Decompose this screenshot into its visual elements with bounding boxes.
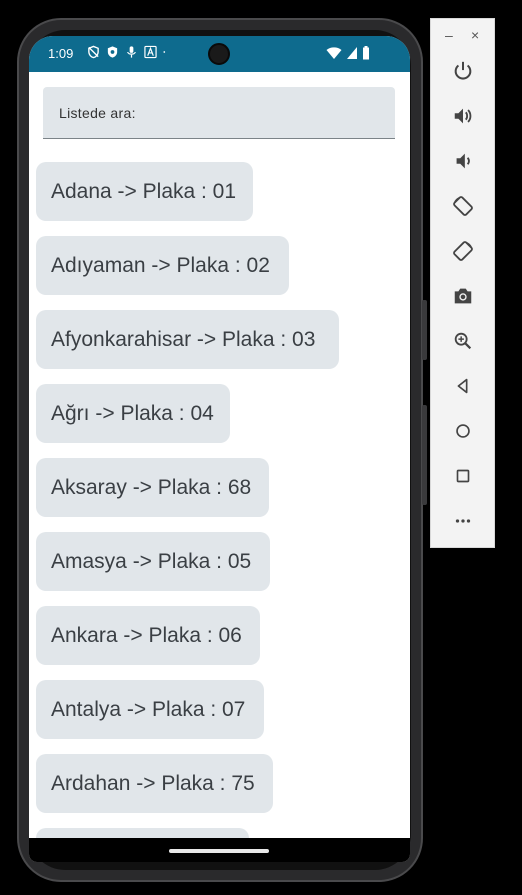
list-item-text: Adıyaman -> Plaka : 02 bbox=[51, 253, 270, 277]
list-item-text: Ardahan -> Plaka : 75 bbox=[51, 771, 255, 795]
list-item[interactable]: Amasya -> Plaka : 05 bbox=[36, 532, 270, 591]
minimize-button[interactable]: – bbox=[445, 27, 453, 43]
status-notification-icons bbox=[87, 45, 169, 59]
back-icon bbox=[457, 378, 468, 394]
home-icon bbox=[456, 424, 470, 438]
list-item[interactable]: Ardahan -> Plaka : 75 bbox=[36, 754, 273, 813]
font-a-icon bbox=[144, 45, 157, 59]
list-item-text: Ankara -> Plaka : 06 bbox=[51, 623, 242, 647]
overview-icon bbox=[456, 469, 470, 483]
list-item[interactable]: Aksaray -> Plaka : 68 bbox=[36, 458, 269, 517]
search-field[interactable]: Listede ara: bbox=[43, 87, 395, 139]
emulator-stage: 1:09 Listede ara: Adana -> Plaka : 01 Ad… bbox=[0, 0, 522, 895]
volume-down-button[interactable] bbox=[449, 147, 477, 175]
shield-off-icon bbox=[88, 45, 99, 59]
list-item[interactable]: Ankara -> Plaka : 06 bbox=[36, 606, 260, 665]
screenshot-button[interactable] bbox=[449, 282, 477, 310]
camera-icon bbox=[454, 288, 472, 304]
list-item[interactable]: Adana -> Plaka : 01 bbox=[36, 162, 253, 221]
panel-window-controls: – × bbox=[431, 27, 496, 45]
home-button[interactable] bbox=[449, 417, 477, 445]
dot-icon bbox=[163, 51, 166, 53]
emulator-control-panel: – × bbox=[430, 18, 495, 548]
list-item-text: Aksaray -> Plaka : 68 bbox=[51, 475, 252, 499]
more-button[interactable] bbox=[449, 507, 477, 535]
gesture-home-handle[interactable] bbox=[169, 849, 269, 853]
volume-down-icon bbox=[456, 153, 470, 169]
phone-volume-button[interactable] bbox=[422, 405, 427, 505]
shield-icon bbox=[107, 46, 118, 58]
navigation-bar bbox=[29, 838, 410, 862]
rotate-right-button[interactable] bbox=[449, 237, 477, 265]
back-button[interactable] bbox=[449, 372, 477, 400]
app-screen: 1:09 Listede ara: Adana -> Plaka : 01 Ad… bbox=[29, 36, 410, 862]
front-camera bbox=[208, 43, 230, 65]
microphone-icon bbox=[127, 46, 136, 58]
list-item[interactable]: Ağrı -> Plaka : 04 bbox=[36, 384, 230, 443]
list-item-text: Afyonkarahisar -> Plaka : 03 bbox=[51, 327, 316, 351]
list-item[interactable]: Adıyaman -> Plaka : 02 bbox=[36, 236, 289, 295]
list-item-text: Adana -> Plaka : 01 bbox=[51, 179, 237, 203]
zoom-button[interactable] bbox=[449, 327, 477, 355]
search-label: Listede ara: bbox=[59, 105, 136, 121]
rotate-left-button[interactable] bbox=[449, 192, 477, 220]
power-icon bbox=[454, 61, 472, 80]
status-time: 1:09 bbox=[48, 46, 74, 61]
signal-icon bbox=[347, 47, 357, 59]
status-bar: 1:09 bbox=[29, 36, 410, 72]
volume-up-icon bbox=[454, 108, 472, 124]
volume-up-button[interactable] bbox=[449, 102, 477, 130]
phone-power-button[interactable] bbox=[422, 300, 427, 360]
power-button[interactable] bbox=[449, 57, 477, 85]
list-item[interactable]: Afyonkarahisar -> Plaka : 03 bbox=[36, 310, 339, 369]
list-item-text: Antalya -> Plaka : 07 bbox=[51, 697, 246, 721]
wifi-icon bbox=[326, 47, 342, 59]
zoom-icon bbox=[454, 332, 472, 350]
close-button[interactable]: × bbox=[471, 27, 479, 43]
more-icon bbox=[455, 519, 471, 523]
overview-button[interactable] bbox=[449, 462, 477, 490]
battery-icon bbox=[363, 46, 369, 60]
list-item-text: Amasya -> Plaka : 05 bbox=[51, 549, 252, 573]
rotate-right-icon bbox=[453, 241, 473, 261]
list-item[interactable]: Antalya -> Plaka : 07 bbox=[36, 680, 264, 739]
list-item-text: Ağrı -> Plaka : 04 bbox=[51, 401, 214, 425]
rotate-left-icon bbox=[453, 196, 473, 216]
status-system-icons bbox=[326, 46, 370, 60]
